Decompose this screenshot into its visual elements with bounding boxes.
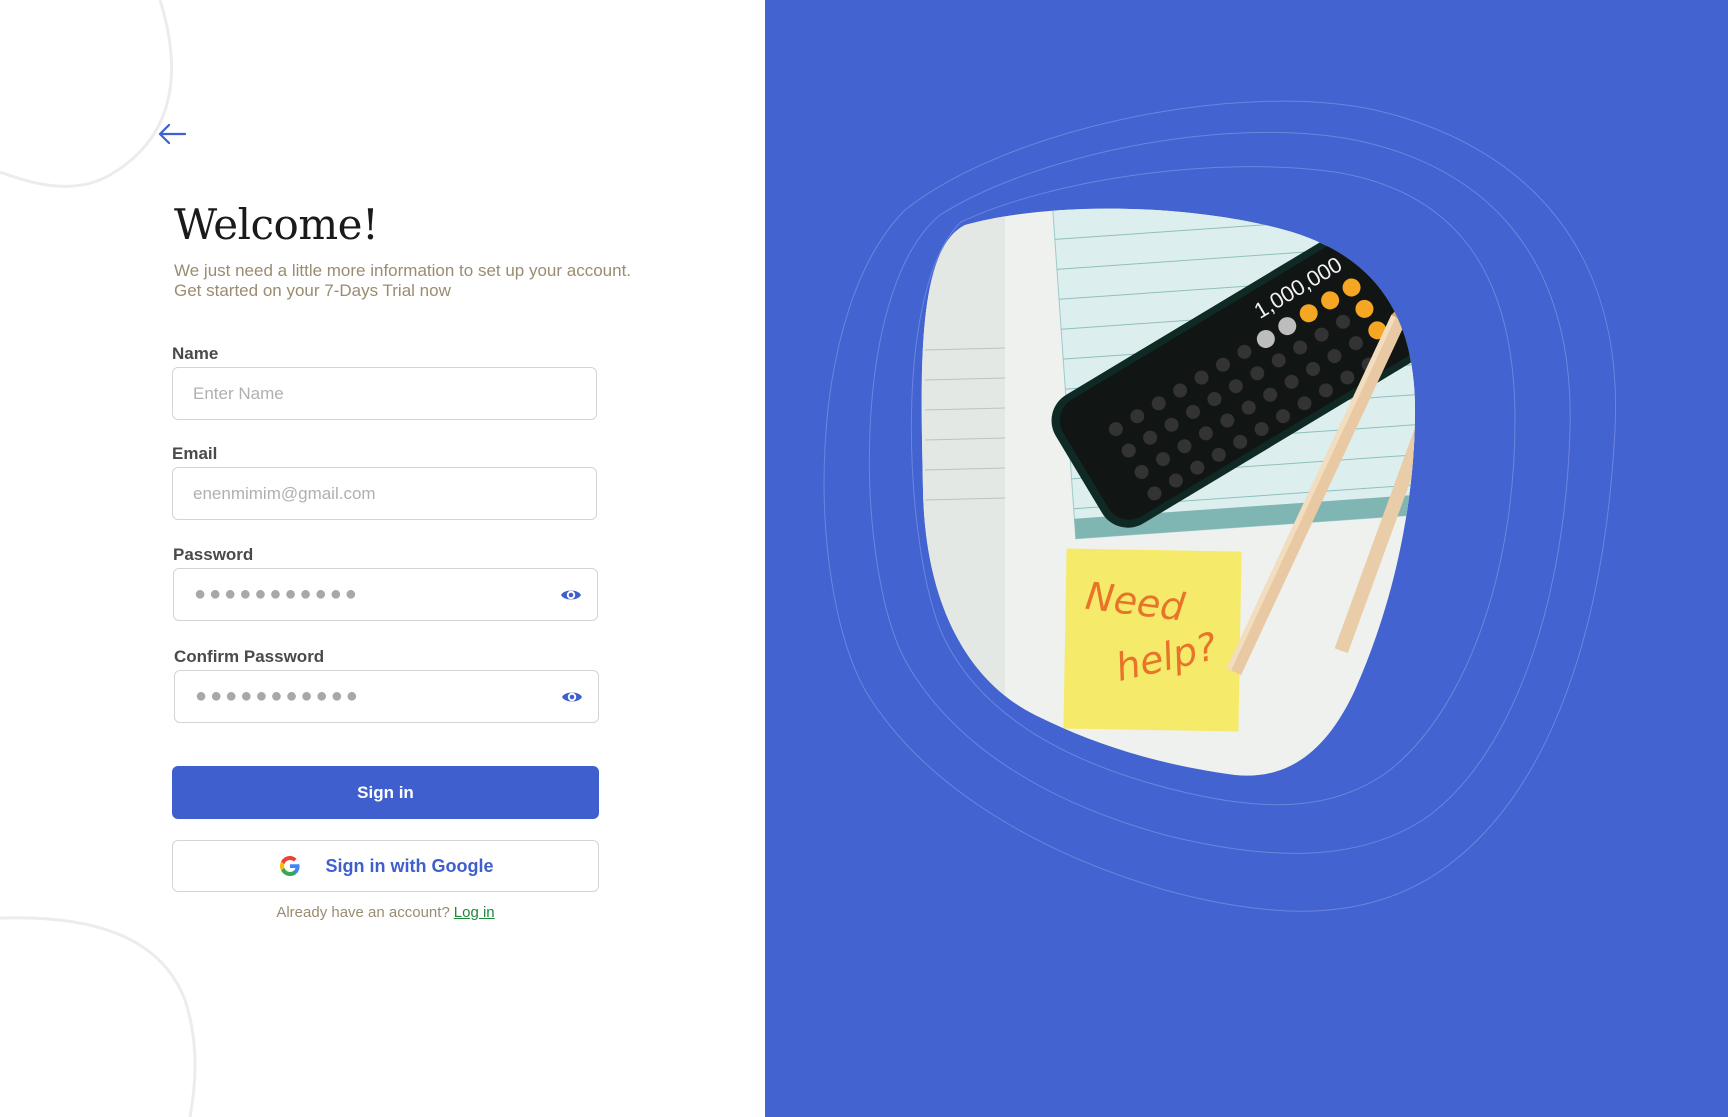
confirm-password-label: Confirm Password <box>174 647 325 666</box>
name-field <box>172 367 597 420</box>
eye-icon[interactable] <box>559 583 583 607</box>
google-logo-icon <box>279 856 300 876</box>
page-subtitle: We just need a little more information t… <box>174 261 631 301</box>
tax-photo: 1,000,000 Need help? <box>921 208 1415 776</box>
login-prompt-text: Already have an account? <box>276 904 450 921</box>
arrow-left-icon <box>158 123 187 145</box>
sticky-note: Need help? <box>1063 548 1242 732</box>
name-input[interactable] <box>173 368 596 419</box>
eye-icon[interactable] <box>560 685 584 709</box>
google-sign-in-button[interactable]: Sign in with Google <box>172 840 599 892</box>
illustration-svg: 1,000,000 Need help? <box>823 100 1617 912</box>
page-title: Welcome! <box>174 200 379 249</box>
google-sign-in-label: Sign in with Google <box>325 855 494 876</box>
name-label: Name <box>172 344 219 363</box>
sign-in-button[interactable]: Sign in <box>172 766 599 819</box>
log-in-link[interactable]: Log in <box>454 904 495 921</box>
decorative-curves <box>0 0 197 1117</box>
confirm-password-field <box>174 670 599 723</box>
email-field <box>172 467 597 520</box>
confirm-password-input[interactable] <box>175 671 598 722</box>
back-button[interactable] <box>154 118 190 150</box>
password-label: Password <box>173 545 254 564</box>
subtitle-line: Get started on your 7-Days Trial now <box>174 281 451 300</box>
signup-panel: Welcome! We just need a little more info… <box>0 0 765 1117</box>
illustration-panel: 1,000,000 Need help? <box>765 0 1728 1117</box>
subtitle-line: We just need a little more information t… <box>174 261 632 280</box>
email-input[interactable] <box>173 468 596 519</box>
password-input[interactable] <box>174 569 597 620</box>
email-label: Email <box>172 444 218 463</box>
password-field <box>173 568 598 621</box>
login-prompt: Already have an account? Log in <box>172 904 599 921</box>
